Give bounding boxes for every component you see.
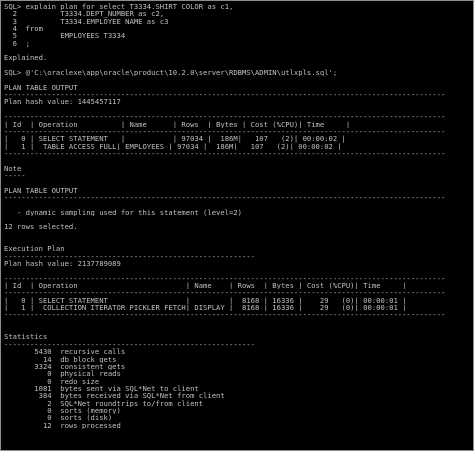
console-line: 0 sorts (memory) — [4, 406, 121, 415]
console-line: SQL> @'C:\oraclexe\app\oracle\product\10… — [4, 69, 338, 77]
console-line: | 0 | SELECT STATEMENT | | 8168 | 16336 … — [4, 296, 407, 305]
console-line: 3324 consistent gets — [4, 362, 126, 371]
console-line: 2 T3334.DEPT_NUMBER as c2, — [4, 10, 165, 18]
console-line: 12 rows processed — [4, 421, 121, 429]
console-line: 0 redo size — [4, 377, 100, 385]
console-line: 0 sorts (disk) — [4, 414, 113, 422]
console-line: ----------------------------------------… — [4, 127, 446, 136]
console-line: 2 SQL*Net roundtrips to/from client — [4, 399, 204, 407]
console-line: ----------------------------------------… — [4, 149, 446, 158]
console-line: ----------------------------------------… — [4, 113, 446, 121]
console-window[interactable]: SQL> explain plan for select T3334.SHIRT… — [0, 0, 474, 451]
console-line: 4 from — [4, 25, 43, 33]
console-line: ----- — [4, 171, 26, 180]
console-line: ----------------------------------------… — [4, 289, 446, 297]
console-line: Plan hash value: 2137789089 — [4, 260, 121, 268]
console-line: Execution Plan — [4, 245, 65, 253]
console-line: 1081 bytes sent via SQL*Net to client — [4, 384, 199, 393]
console-line: PLAN_TABLE_OUTPUT — [4, 186, 78, 194]
console-line: 5 EMPLOYEES T3334 — [4, 32, 126, 40]
console-line: | 0 | SELECT STATEMENT | | 97034 | 186M|… — [4, 135, 346, 143]
console-line: Note — [4, 164, 22, 172]
console-line: Statistics — [4, 333, 48, 341]
console-line: ----------------------------------------… — [4, 193, 446, 202]
console-line: SQL> explain plan for select T3334.SHIRT… — [4, 3, 234, 11]
console-line: 0 physical reads — [4, 370, 121, 378]
console-line: - dynamic sampling used for this stateme… — [4, 208, 242, 216]
console-line: | Id | Operation | Name | Rows | Bytes |… — [4, 282, 407, 290]
console-line: 6 ; — [4, 39, 30, 48]
console-line: 12 rows selected. — [4, 223, 78, 231]
console-line: | 1 | TABLE ACCESS FULL| EMPLOYEES | 970… — [4, 142, 342, 150]
console-line: ----------------------------------------… — [4, 340, 255, 349]
console-line: 3 T3334.EMPLOYEE_NAME as c3 — [4, 17, 169, 26]
console-line: ----------------------------------------… — [4, 274, 446, 283]
console-line: PLAN_TABLE_OUTPUT — [4, 83, 78, 92]
console-line: 384 bytes received via SQL*Net from clie… — [4, 392, 225, 400]
console-line: ----------------------------------------… — [4, 252, 255, 261]
console-line: ----------------------------------------… — [4, 311, 446, 319]
console-line: 14 db block gets — [4, 355, 117, 363]
console-output[interactable]: SQL> explain plan for select T3334.SHIRT… — [4, 3, 471, 448]
console-line: 5430 recursive calls — [4, 348, 126, 356]
console-line: Explained. — [4, 54, 48, 62]
console-line: ----------------------------------------… — [4, 91, 446, 99]
console-line: | Id | Operation | Name | Rows | Bytes |… — [4, 120, 351, 128]
console-line: | 1 | COLLECTION ITERATOR PICKLER FETCH|… — [4, 304, 407, 312]
console-line: Plan hash value: 1445457117 — [4, 98, 121, 106]
